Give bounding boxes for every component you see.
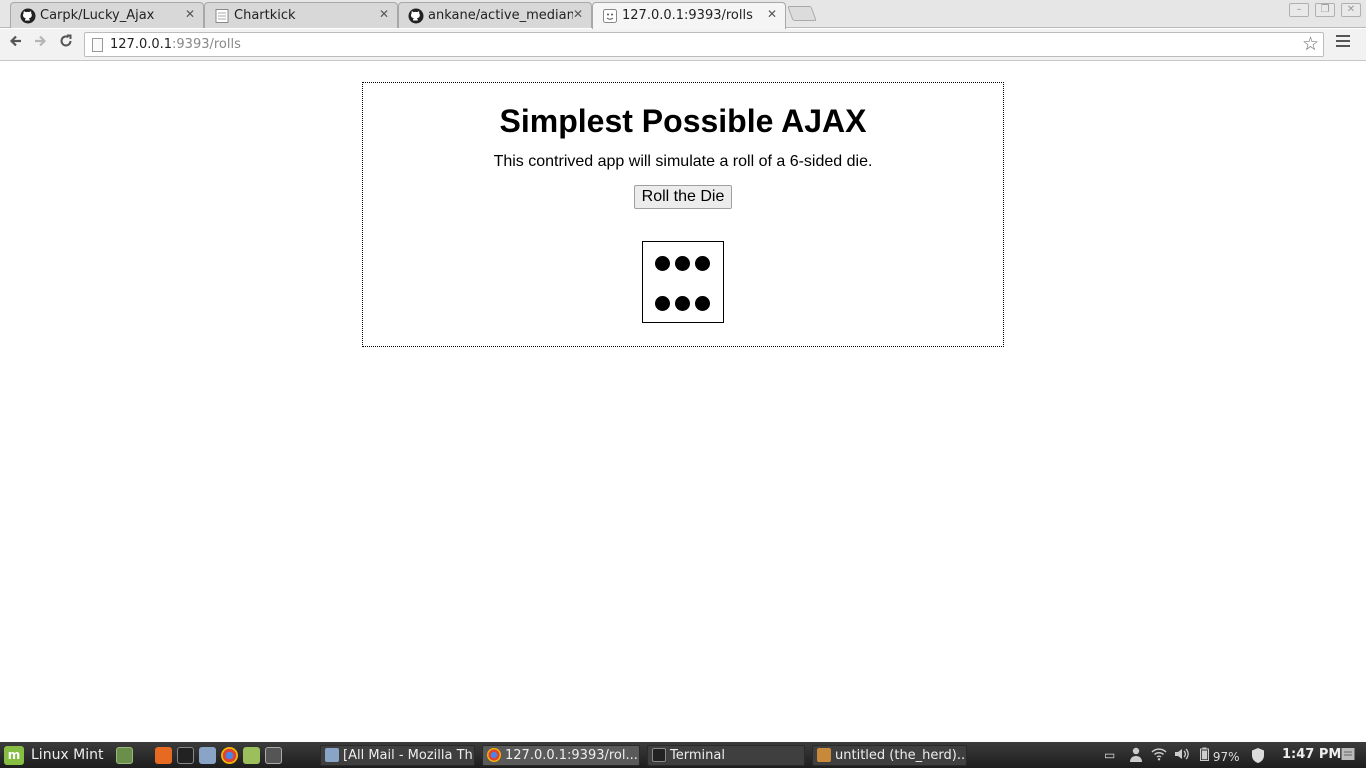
maximize-button[interactable]: ❐ — [1315, 3, 1335, 17]
tab-close-icon[interactable]: ✕ — [573, 7, 583, 21]
github-icon — [408, 8, 424, 24]
taskbar-window-thunderbird[interactable]: [All Mail - Mozilla Th... — [320, 745, 475, 766]
tab-close-icon[interactable]: ✕ — [185, 7, 195, 21]
notes-icon[interactable] — [1340, 746, 1356, 762]
start-menu-label: Linux Mint — [31, 747, 104, 763]
taskbar-window-terminal[interactable]: Terminal — [647, 745, 805, 766]
tab-close-icon[interactable]: ✕ — [767, 7, 777, 21]
roll-die-button[interactable]: Roll the Die — [633, 185, 733, 209]
die-pip — [694, 295, 710, 311]
taskbar-window-title: untitled (the_herd)... — [835, 748, 967, 763]
url-text[interactable]: 127.0.0.1:9393/rolls — [110, 37, 241, 52]
page-viewport: Simplest Possible AJAX This contrived ap… — [0, 62, 1366, 742]
address-bar[interactable]: 127.0.0.1:9393/rolls ☆ — [84, 32, 1324, 57]
taskbar: m Linux Mint [All Mail - Mozilla Th... 1… — [0, 742, 1366, 768]
wifi-icon[interactable] — [1151, 747, 1167, 763]
taskbar-window-title: [All Mail - Mozilla Th... — [343, 748, 475, 763]
thunderbird-icon[interactable] — [199, 747, 216, 764]
chrome-icon[interactable] — [221, 747, 238, 764]
file-manager-icon[interactable] — [243, 747, 260, 764]
taskbar-window-chrome[interactable]: 127.0.0.1:9393/rol... — [482, 745, 640, 766]
thunderbird-icon — [325, 748, 339, 762]
reload-icon — [60, 34, 72, 47]
battery-percent: 97% — [1212, 750, 1240, 764]
github-icon — [20, 8, 36, 24]
taskbar-window-title: Terminal — [670, 748, 725, 763]
tab-chartkick[interactable]: Chartkick ✕ — [204, 2, 398, 28]
hamburger-icon — [1336, 35, 1350, 37]
battery-indicator[interactable]: 97% — [1200, 747, 1240, 764]
firefox-icon[interactable] — [155, 747, 172, 764]
die-face — [642, 241, 724, 323]
tab-rolls-active[interactable]: 127.0.0.1:9393/rolls ✕ — [592, 2, 786, 29]
die-pip — [654, 255, 670, 271]
forward-button[interactable] — [30, 34, 50, 54]
die-pip — [694, 255, 710, 271]
minimize-button[interactable]: – — [1289, 3, 1309, 17]
sublime-icon — [817, 748, 831, 762]
browser-menu-button[interactable] — [1336, 35, 1352, 49]
tab-close-icon[interactable]: ✕ — [379, 7, 389, 21]
tab-title: Chartkick — [234, 8, 296, 23]
taskbar-window-sublime[interactable]: untitled (the_herd)... — [812, 745, 967, 766]
browser-toolbar: 127.0.0.1:9393/rolls ☆ — [0, 29, 1366, 61]
close-window-button[interactable]: ✕ — [1341, 3, 1361, 17]
battery-icon — [1200, 747, 1209, 761]
chrome-icon — [487, 748, 501, 762]
url-path: :9393/rolls — [172, 37, 241, 52]
sublime-icon[interactable] — [265, 747, 282, 764]
tab-title: Carpk/Lucky_Ajax — [40, 8, 155, 23]
loading-icon — [603, 9, 617, 23]
arrow-right-icon — [35, 35, 47, 47]
page-title: Simplest Possible AJAX — [499, 103, 867, 139]
die-pip — [674, 295, 690, 311]
reload-button[interactable] — [56, 34, 76, 54]
tray-panel-icon[interactable]: ▭ — [1104, 747, 1115, 763]
clock[interactable]: 1:47 PM — [1282, 747, 1341, 762]
linux-mint-logo-icon: m — [4, 746, 24, 765]
url-host: 127.0.0.1 — [110, 37, 173, 52]
page-icon — [215, 9, 229, 23]
volume-icon[interactable] — [1174, 747, 1190, 763]
shield-icon[interactable] — [1250, 747, 1266, 763]
new-tab-button[interactable] — [787, 6, 817, 21]
tab-carpk-lucky-ajax[interactable]: Carpk/Lucky_Ajax ✕ — [10, 2, 204, 28]
tab-ankane-active-median[interactable]: ankane/active_median ✕ — [398, 2, 592, 28]
browser-tab-strip: Carpk/Lucky_Ajax ✕ Chartkick ✕ ankane/ac… — [0, 0, 1366, 29]
app-description: This contrived app will simulate a roll … — [493, 153, 873, 170]
terminal-icon — [652, 748, 666, 762]
app-container: Simplest Possible AJAX This contrived ap… — [362, 82, 1004, 347]
die-pip — [674, 255, 690, 271]
user-icon[interactable] — [1129, 747, 1143, 763]
die-pip — [654, 295, 670, 311]
tab-title: 127.0.0.1:9393/rolls — [622, 8, 753, 23]
terminal-icon[interactable] — [177, 747, 194, 764]
show-desktop-icon[interactable] — [116, 747, 133, 764]
back-button[interactable] — [6, 34, 26, 54]
taskbar-window-title: 127.0.0.1:9393/rol... — [505, 748, 638, 763]
bookmark-star-icon[interactable]: ☆ — [1302, 33, 1319, 55]
page-icon — [92, 38, 103, 52]
tab-title: ankane/active_median — [428, 8, 573, 23]
arrow-left-icon — [9, 35, 21, 47]
